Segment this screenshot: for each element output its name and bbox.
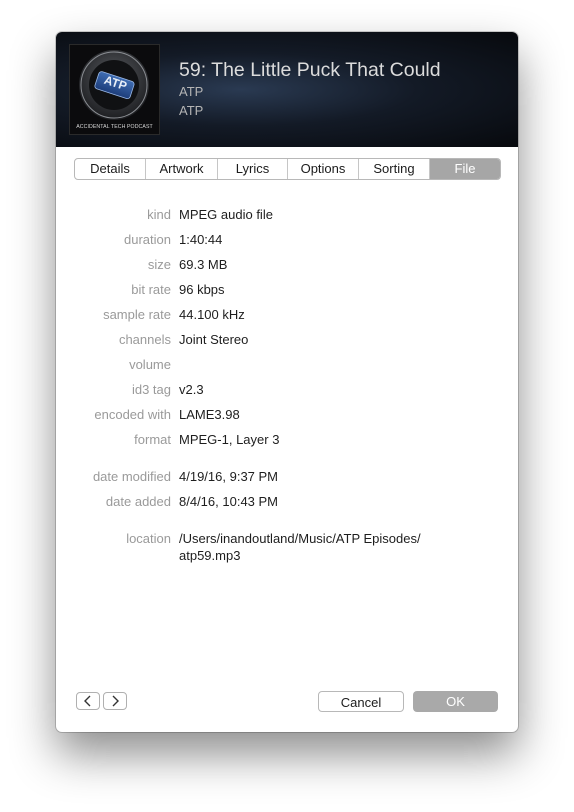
format-row: format MPEG-1, Layer 3 [56, 432, 518, 450]
next-item-button[interactable] [103, 692, 127, 710]
tab-lyrics[interactable]: Lyrics [218, 159, 288, 179]
info-tab-bar: Details Artwork Lyrics Options Sorting F… [74, 158, 501, 180]
volume-row: volume [56, 357, 518, 375]
tab-options[interactable]: Options [288, 159, 359, 179]
date-modified-value: 4/19/16, 9:37 PM [179, 469, 279, 484]
cancel-button[interactable]: Cancel [318, 691, 404, 712]
location-label: location [126, 531, 171, 546]
channels-row: channels Joint Stereo [56, 332, 518, 350]
duration-value: 1:40:44 [179, 232, 223, 247]
date-modified-label: date modified [92, 469, 171, 484]
get-info-dialog: ATP ACCIDENTAL TECH PODCAST 59: The Litt… [56, 32, 518, 732]
encoded-with-row: encoded with LAME3.98 [56, 407, 518, 425]
duration-label: duration [124, 232, 171, 247]
date-added-label: date added [105, 494, 171, 509]
format-value: MPEG-1, Layer 3 [179, 432, 280, 447]
sample-rate-label: sample rate [103, 307, 171, 322]
location-row: location /Users/inandoutland/Music/ATP E… [56, 531, 518, 567]
kind-value: MPEG audio file [179, 207, 273, 222]
album-name: ATP [179, 103, 204, 118]
date-added-row: date added 8/4/16, 10:43 PM [56, 494, 518, 512]
sample-rate-value: 44.100 kHz [179, 307, 245, 322]
kind-row: kind MPEG audio file [56, 207, 518, 225]
kind-label: kind [147, 207, 171, 222]
id3-tag-row: id3 tag v2.3 [56, 382, 518, 400]
encoded-with-label: encoded with [94, 407, 171, 422]
bit-rate-value: 96 kbps [179, 282, 225, 297]
size-label: size [147, 257, 171, 272]
channels-value: Joint Stereo [179, 332, 249, 347]
info-header: ATP ACCIDENTAL TECH PODCAST 59: The Litt… [56, 32, 518, 147]
id3-tag-label: id3 tag [131, 382, 171, 397]
encoded-with-value: LAME3.98 [179, 407, 240, 422]
location-value-line1[interactable]: /Users/inandoutland/Music/ATP Episodes/ [179, 531, 421, 546]
duration-row: duration 1:40:44 [56, 232, 518, 250]
tab-details[interactable]: Details [75, 159, 146, 179]
artist-name: ATP [179, 84, 204, 99]
tab-sorting[interactable]: Sorting [359, 159, 430, 179]
channels-label: channels [118, 332, 171, 347]
date-added-value: 8/4/16, 10:43 PM [179, 494, 279, 509]
size-row: size 69.3 MB [56, 257, 518, 275]
format-label: format [134, 432, 171, 447]
episode-title: 59: The Little Puck That Could [179, 59, 441, 81]
volume-label: volume [129, 357, 171, 372]
tab-artwork[interactable]: Artwork [146, 159, 218, 179]
previous-item-button[interactable] [76, 692, 100, 710]
chevron-left-icon [84, 695, 91, 707]
artwork-caption: ACCIDENTAL TECH PODCAST [76, 124, 153, 130]
chevron-right-icon [112, 695, 119, 707]
bit-rate-label: bit rate [131, 282, 171, 297]
bit-rate-row: bit rate 96 kbps [56, 282, 518, 300]
ok-button[interactable]: OK [413, 691, 498, 712]
album-artwork: ATP ACCIDENTAL TECH PODCAST [69, 44, 160, 135]
size-value: 69.3 MB [179, 257, 228, 272]
id3-tag-value: v2.3 [179, 382, 204, 397]
date-modified-row: date modified 4/19/16, 9:37 PM [56, 469, 518, 487]
tab-file[interactable]: File [430, 159, 500, 179]
location-value-line2[interactable]: atp59.mp3 [179, 548, 240, 563]
sample-rate-row: sample rate 44.100 kHz [56, 307, 518, 325]
